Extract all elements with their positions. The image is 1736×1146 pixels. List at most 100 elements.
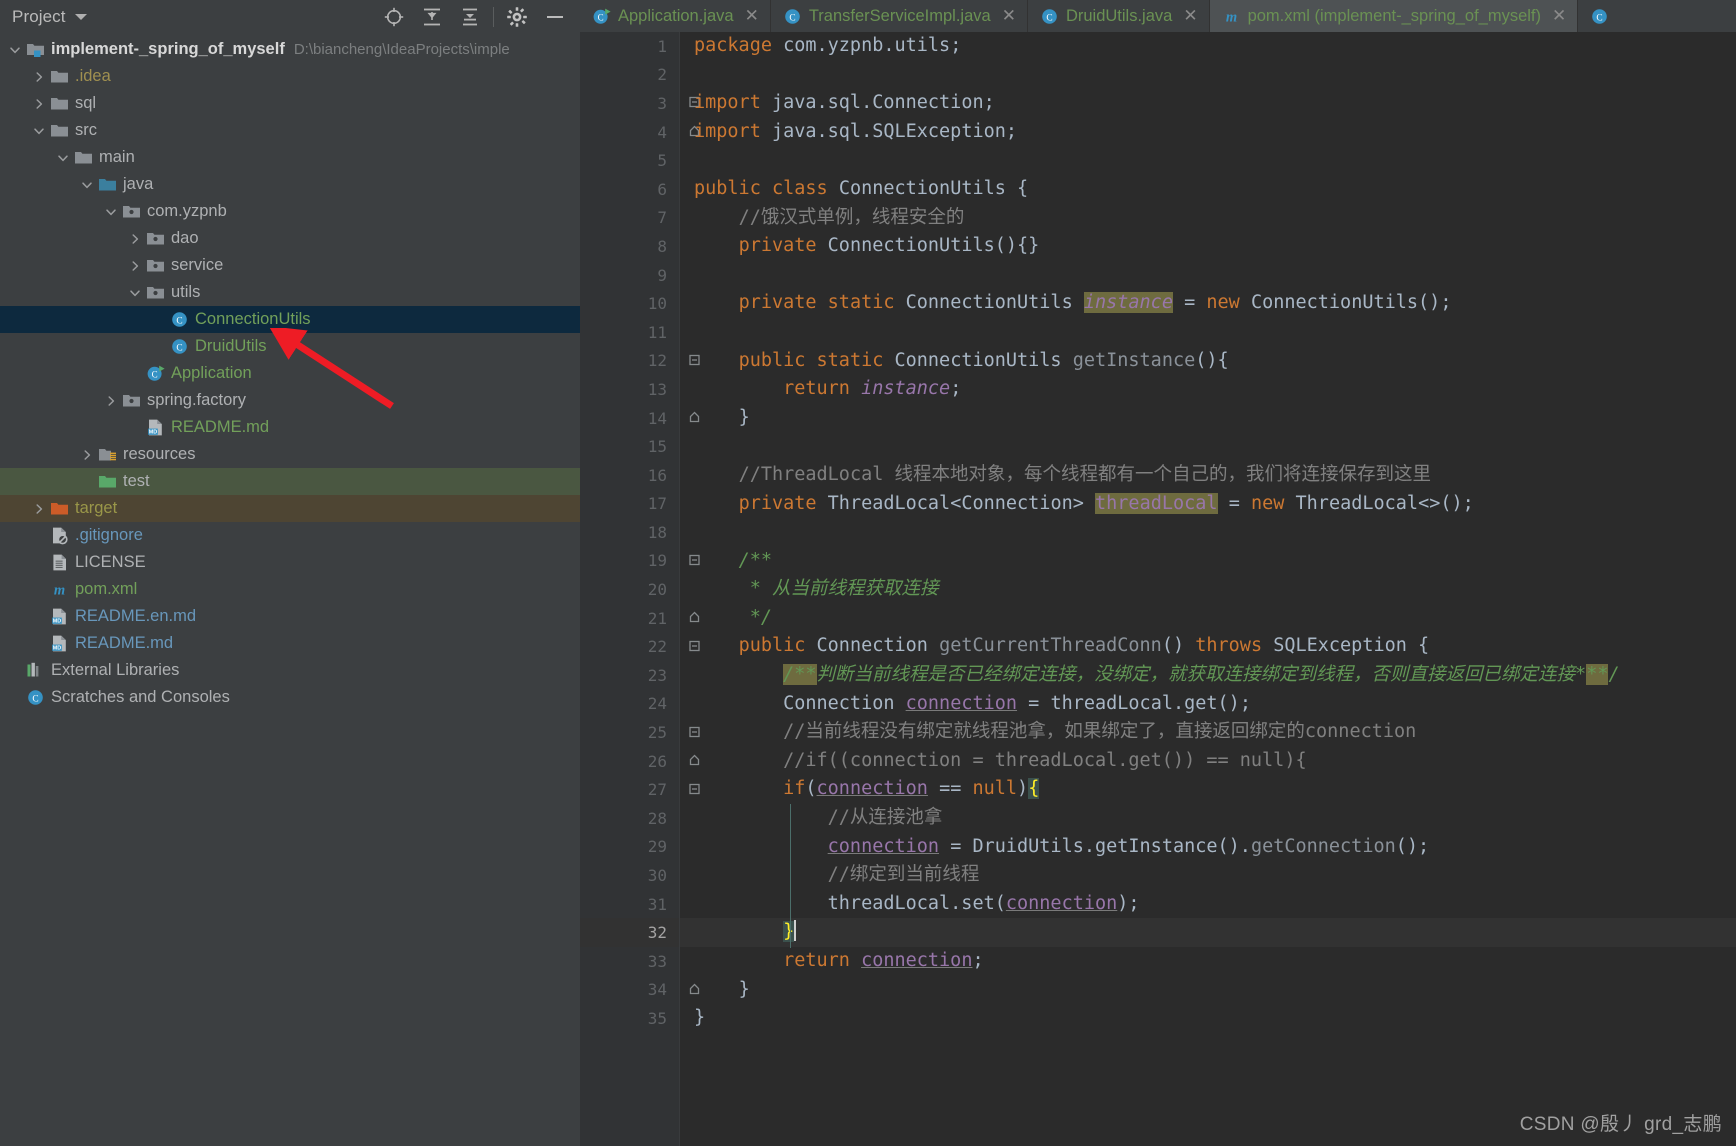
code-line[interactable]: //if((connection = threadLocal.get()) ==…: [680, 747, 1736, 776]
code-line[interactable]: Connection connection = threadLocal.get(…: [680, 690, 1736, 719]
tree-node-gitignore[interactable]: .gitignore: [0, 522, 580, 549]
code-line[interactable]: [680, 318, 1736, 347]
code-line[interactable]: [680, 432, 1736, 461]
tree-node-readme-en-md[interactable]: MD README.en.md: [0, 603, 580, 630]
code-line[interactable]: [680, 146, 1736, 175]
line-number[interactable]: 35: [580, 1004, 679, 1033]
code-line[interactable]: connection = DruidUtils.getInstance().ge…: [680, 833, 1736, 862]
editor-tabs[interactable]: C Application.java ✕ C TransferServiceImpl.j…: [580, 0, 1736, 32]
line-number[interactable]: 13: [580, 375, 679, 404]
line-number[interactable]: 19: [580, 547, 700, 576]
line-number[interactable]: 4: [580, 118, 700, 147]
tree-node-target[interactable]: target: [0, 495, 580, 522]
line-number[interactable]: 34: [580, 976, 700, 1005]
chevron-right-icon[interactable]: [78, 441, 96, 468]
line-number[interactable]: 12: [580, 347, 700, 376]
code-line[interactable]: }: [680, 404, 1736, 433]
tree-node-external-libraries[interactable]: External Libraries: [0, 657, 580, 684]
line-number[interactable]: 16: [580, 461, 679, 490]
tree-node-readme-md[interactable]: MD README.md: [0, 630, 580, 657]
code-line[interactable]: }: [680, 1004, 1736, 1033]
tree-node-com-yzpnb[interactable]: com.yzpnb: [0, 198, 580, 225]
code-line[interactable]: [680, 261, 1736, 290]
close-icon[interactable]: ✕: [741, 6, 759, 26]
close-icon[interactable]: ✕: [998, 6, 1016, 26]
tree-node-resources[interactable]: resources: [0, 441, 580, 468]
line-number[interactable]: 23: [580, 661, 679, 690]
chevron-right-icon[interactable]: [126, 225, 144, 252]
tree-node-implement-spring-of-myself[interactable]: implement-_spring_of_myself D:\biancheng\…: [0, 36, 580, 63]
tree-node-scratches-and-consoles[interactable]: C Scratches and Consoles: [0, 684, 580, 711]
chevron-down-icon[interactable]: [30, 117, 48, 144]
expand-all-icon[interactable]: [413, 1, 451, 33]
chevron-down-icon[interactable]: [6, 36, 24, 63]
line-number[interactable]: 30: [580, 861, 679, 890]
line-number[interactable]: 3: [580, 89, 700, 118]
chevron-down-icon[interactable]: [126, 279, 144, 306]
line-number[interactable]: 27: [580, 775, 700, 804]
line-number[interactable]: 5: [580, 146, 679, 175]
chevron-down-icon[interactable]: [102, 198, 120, 225]
line-number[interactable]: 21: [580, 604, 700, 633]
code-line[interactable]: if(connection == null){: [680, 775, 1736, 804]
code-line[interactable]: import java.sql.Connection;: [680, 89, 1736, 118]
line-number[interactable]: 2: [580, 61, 679, 90]
tree-node-readme-md[interactable]: MD README.md: [0, 414, 580, 441]
code-line[interactable]: [680, 61, 1736, 90]
code-line[interactable]: */: [680, 604, 1736, 633]
line-number[interactable]: 6: [580, 175, 679, 204]
line-number[interactable]: 31: [580, 890, 679, 919]
editor-tab-pom-xml[interactable]: m pom.xml (implement-_spring_of_myself) ✕: [1208, 0, 1578, 32]
line-number[interactable]: 29: [580, 833, 679, 862]
chevron-right-icon[interactable]: [126, 252, 144, 279]
code-line[interactable]: /**: [680, 547, 1736, 576]
editor-tab-overflow[interactable]: C: [1577, 0, 1627, 32]
tree-node-service[interactable]: service: [0, 252, 580, 279]
tree-node-main[interactable]: main: [0, 144, 580, 171]
line-number-gutter[interactable]: 1 2 3 4 5 6 7 8 9 10 11 12 13 14 15 16 17 18 19 20 21 22 23 24 2…: [580, 32, 700, 1146]
line-number[interactable]: 24: [580, 690, 679, 719]
tree-node-utils[interactable]: utils: [0, 279, 580, 306]
code-line[interactable]: }: [680, 918, 1736, 947]
code-line[interactable]: //绑定到当前线程: [680, 861, 1736, 890]
code-line[interactable]: //ThreadLocal 线程本地对象，每个线程都有一个自己的，我们将连接保存…: [680, 461, 1736, 490]
editor-tab-druidutils-java[interactable]: C DruidUtils.java ✕: [1026, 0, 1209, 32]
code-line[interactable]: private ThreadLocal<Connection> threadLo…: [680, 490, 1736, 519]
tree-node-pom-xml[interactable]: m pom.xml: [0, 576, 580, 603]
code-line[interactable]: * 从当前线程获取连接: [680, 575, 1736, 604]
code-line[interactable]: [680, 518, 1736, 547]
gear-icon[interactable]: [498, 1, 536, 33]
tree-node-spring-factory[interactable]: spring.factory: [0, 387, 580, 414]
line-number[interactable]: 14: [580, 404, 700, 433]
editor-tab-application-java[interactable]: C Application.java ✕: [580, 0, 770, 32]
line-number[interactable]: 1: [580, 32, 679, 61]
collapse-all-icon[interactable]: [451, 1, 489, 33]
code-line[interactable]: public Connection getCurrentThreadConn()…: [680, 632, 1736, 661]
locate-icon[interactable]: [375, 1, 413, 33]
line-number[interactable]: 32: [580, 918, 700, 947]
chevron-right-icon[interactable]: [102, 387, 120, 414]
line-number[interactable]: 7: [580, 204, 679, 233]
code-line[interactable]: public class ConnectionUtils {: [680, 175, 1736, 204]
chevron-right-icon[interactable]: [30, 90, 48, 117]
chevron-down-icon[interactable]: [74, 13, 87, 20]
tree-node-application[interactable]: C Application: [0, 360, 580, 387]
close-icon[interactable]: ✕: [1179, 6, 1197, 26]
tree-node-druidutils[interactable]: C DruidUtils: [0, 333, 580, 360]
code-line[interactable]: private ConnectionUtils(){}: [680, 232, 1736, 261]
editor-tab-transferserviceimpl-java[interactable]: C TransferServiceImpl.java ✕: [769, 0, 1027, 32]
line-number[interactable]: 9: [580, 261, 679, 290]
line-number[interactable]: 15: [580, 432, 679, 461]
tree-node-test[interactable]: test: [0, 468, 580, 495]
minimize-icon[interactable]: [536, 1, 574, 33]
code-line[interactable]: //从连接池拿: [680, 804, 1736, 833]
code-text[interactable]: package com.yzpnb.utils; import java.sql.…: [680, 32, 1736, 1146]
close-icon[interactable]: ✕: [1548, 6, 1566, 26]
line-number[interactable]: 18: [580, 518, 679, 547]
line-number[interactable]: 33: [580, 947, 679, 976]
line-number[interactable]: 10: [580, 289, 679, 318]
code-line[interactable]: //当前线程没有绑定就线程池拿，如果绑定了，直接返回绑定的connection: [680, 718, 1736, 747]
tree-node-java[interactable]: java: [0, 171, 580, 198]
code-line[interactable]: //饿汉式单例，线程安全的: [680, 204, 1736, 233]
chevron-down-icon[interactable]: [78, 171, 96, 198]
